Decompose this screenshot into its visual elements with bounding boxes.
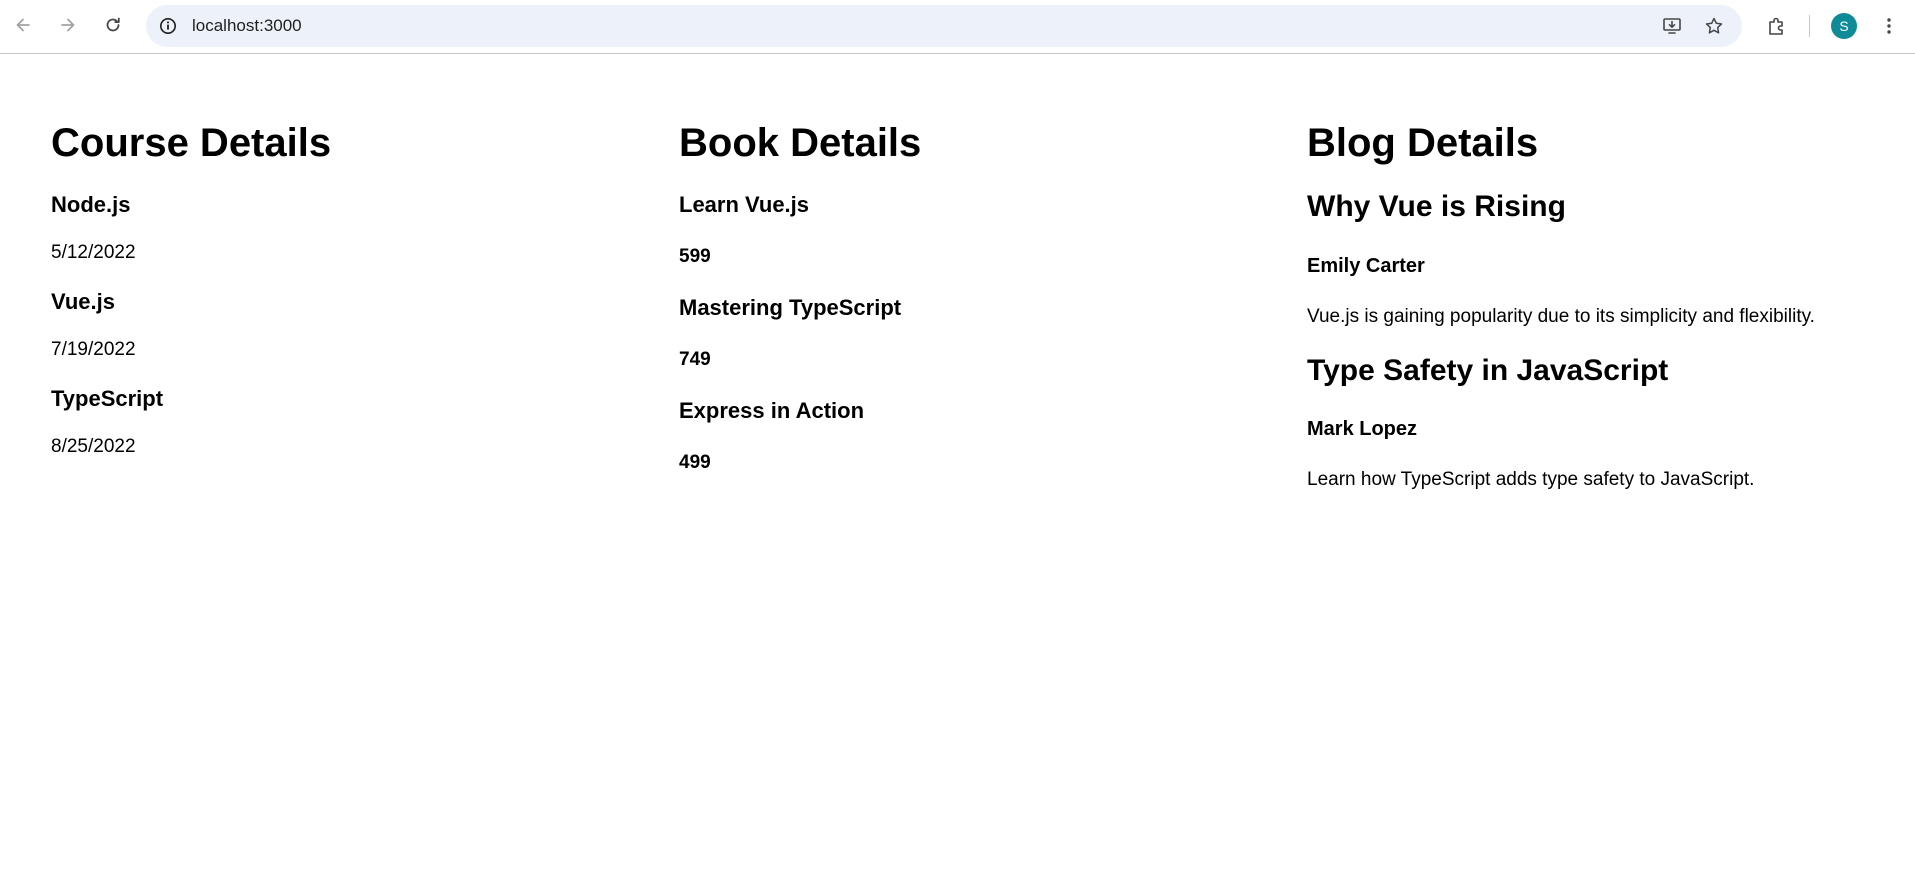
blog-post-summary: Learn how TypeScript adds type safety to… <box>1307 469 1755 490</box>
blog-post-title: Type Safety in JavaScript <box>1307 354 1669 387</box>
book-title: Learn Vue.js <box>679 192 810 217</box>
course-details-heading: Course Details <box>51 121 332 165</box>
book-price: 749 <box>679 349 711 370</box>
book-price: 599 <box>679 246 711 267</box>
extensions-puzzle-icon <box>1769 17 1783 35</box>
course-name: TypeScript <box>51 386 164 411</box>
profile-avatar[interactable]: S <box>1831 13 1857 39</box>
bookmark-star-icon <box>1705 17 1723 34</box>
blog-post-title: Why Vue is Rising <box>1307 190 1566 223</box>
course-name: Node.js <box>51 192 131 217</box>
back-button[interactable] <box>9 11 37 39</box>
reload-icon <box>106 17 120 32</box>
blog-post-author: Emily Carter <box>1307 255 1425 277</box>
course-date: 5/12/2022 <box>51 242 136 263</box>
blog-post-author: Mark Lopez <box>1307 418 1418 440</box>
forward-arrow-icon <box>61 18 75 32</box>
page-content: Course Details Node.js 5/12/2022 Vue.js … <box>0 54 1915 883</box>
extensions-button[interactable] <box>1764 13 1790 39</box>
book-details-heading: Book Details <box>679 121 922 165</box>
book-price: 499 <box>679 452 711 473</box>
book-title: Mastering TypeScript <box>679 295 902 320</box>
blog-post-summary: Vue.js is gaining popularity due to its … <box>1307 306 1815 327</box>
browser-toolbar: localhost:3000 S <box>0 0 1915 54</box>
install-app-icon <box>1663 18 1681 34</box>
toolbar-divider <box>1809 15 1810 37</box>
install-app-button[interactable] <box>1660 14 1684 38</box>
more-vertical-icon <box>1887 18 1891 34</box>
bookmark-button[interactable] <box>1702 14 1726 38</box>
address-bar[interactable]: localhost:3000 <box>146 5 1742 47</box>
course-name: Vue.js <box>51 289 115 314</box>
book-title: Express in Action <box>679 398 865 423</box>
course-date: 8/25/2022 <box>51 436 136 457</box>
site-info-button[interactable] <box>156 14 180 38</box>
course-date: 7/19/2022 <box>51 339 136 360</box>
forward-button[interactable] <box>54 11 82 39</box>
back-arrow-icon <box>16 18 30 32</box>
url-text[interactable]: localhost:3000 <box>192 16 302 36</box>
site-info-icon <box>160 18 176 34</box>
reload-button[interactable] <box>99 11 127 39</box>
browser-menu-button[interactable] <box>1876 13 1902 39</box>
blog-details-heading: Blog Details <box>1307 121 1539 165</box>
